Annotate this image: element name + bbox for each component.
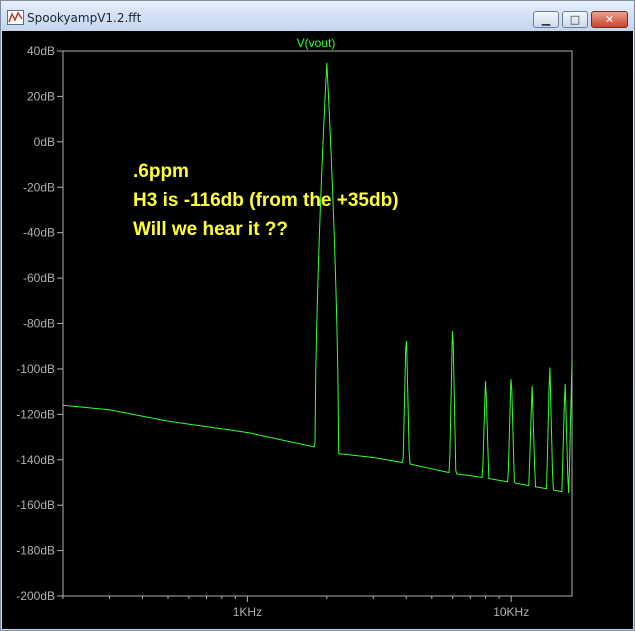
y-tick-label: 20dB [27, 89, 55, 103]
y-tick-label: -100dB [16, 362, 55, 376]
title-bar[interactable]: SpookyampV1.2.fft ▁ □ ✕ [1, 1, 634, 31]
maximize-icon: □ [569, 13, 581, 26]
x-tick-label: 10KHz [493, 605, 529, 619]
y-axis: 40dB 20dB 0dB -20dB -40dB -60dB -80dB -100dB -12… [16, 44, 63, 603]
annotation: .6ppm H3 is -116db (from the +35db) Will… [133, 161, 399, 240]
annotation-line-3: Will we hear it ?? [133, 219, 288, 240]
close-button[interactable]: ✕ [591, 11, 628, 28]
chart-title: V(vout) [297, 36, 336, 50]
fft-plot[interactable]: V(vout) 40dB 20dB 0dB -20dB -40dB -60dB -80dB -… [2, 31, 633, 629]
fft-trace [62, 62, 573, 494]
y-tick-label: 0dB [34, 135, 55, 149]
y-tick-label: -180dB [16, 544, 55, 558]
y-tick-label: -140dB [16, 453, 55, 467]
app-window: SpookyampV1.2.fft ▁ □ ✕ V(vout) 40dB 20dB… [0, 0, 635, 631]
annotation-line-1: .6ppm [133, 161, 189, 182]
maximize-button[interactable]: □ [562, 11, 588, 28]
annotation-line-2: H3 is -116db (from the +35db) [133, 190, 399, 211]
y-tick-label: -20dB [23, 180, 55, 194]
y-tick-label: -40dB [23, 226, 55, 240]
waveform-icon-svg [8, 11, 23, 23]
y-tick-label: -120dB [16, 407, 55, 421]
waveform-app-icon [7, 10, 24, 25]
y-tick-label: -160dB [16, 498, 55, 512]
plot-pane[interactable]: V(vout) 40dB 20dB 0dB -20dB -40dB -60dB -80dB -… [2, 31, 633, 629]
y-tick-label: -60dB [23, 271, 55, 285]
y-tick-label: 40dB [27, 44, 55, 58]
x-axis: 1KHz 10KHz [62, 596, 529, 619]
window-title: SpookyampV1.2.fft [27, 11, 142, 25]
y-tick-label: -80dB [23, 317, 55, 331]
plot-frame [62, 50, 573, 597]
minimize-icon: ▁ [541, 13, 551, 26]
minimize-button[interactable]: ▁ [533, 11, 559, 28]
y-tick-label: -200dB [16, 589, 55, 603]
close-icon: ✕ [604, 13, 615, 26]
x-tick-label: 1KHz [233, 605, 262, 619]
